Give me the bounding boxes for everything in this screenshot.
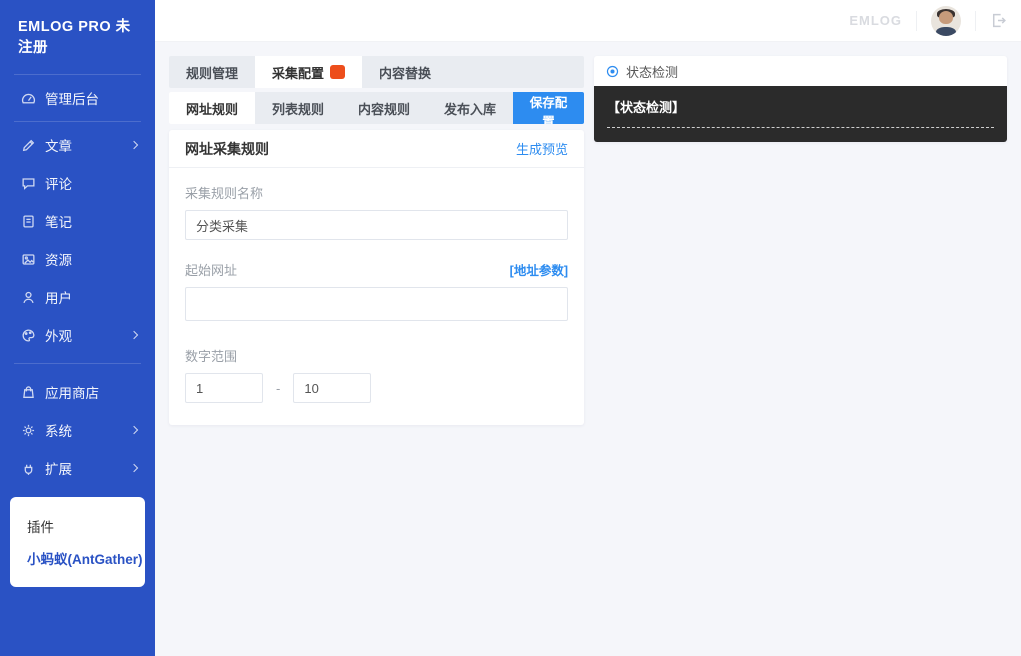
range-from-input[interactable] (185, 373, 263, 403)
start-url-input[interactable] (185, 287, 568, 321)
tab-content-replace[interactable]: 内容替换 (362, 56, 448, 88)
sidebar-item-articles[interactable]: 文章 (0, 126, 155, 164)
sidebar-item-dashboard[interactable]: 管理后台 (0, 79, 155, 117)
range-separator: - (276, 381, 280, 396)
topbar: EMLOG (155, 0, 1021, 42)
chevron-right-icon (130, 141, 138, 149)
gear-icon (21, 423, 36, 438)
comment-icon (21, 176, 36, 191)
tab-publish-store[interactable]: 发布入库 (427, 92, 513, 124)
submenu-item-plugins[interactable]: 插件 (27, 510, 128, 542)
image-icon (21, 252, 36, 267)
store-icon (21, 385, 36, 400)
chevron-right-icon (130, 464, 138, 472)
user-avatar[interactable] (931, 6, 961, 36)
sidebar-item-appearance[interactable]: 外观 (0, 316, 155, 354)
sidebar-item-extensions[interactable]: 扩展 (0, 449, 155, 487)
number-range-label: 数字范围 (185, 346, 568, 365)
primary-tabs: 规则管理 采集配置 内容替换 (169, 56, 584, 88)
divider (14, 363, 141, 364)
tab-list-rules[interactable]: 列表规则 (255, 92, 341, 124)
plugin-icon (21, 461, 36, 476)
brand-link[interactable]: EMLOG (849, 13, 902, 28)
logout-icon[interactable] (990, 12, 1007, 29)
tab-url-rules[interactable]: 网址规则 (169, 92, 255, 124)
sidebar-item-app-store[interactable]: 应用商店 (0, 373, 155, 411)
user-icon (21, 290, 36, 305)
avatar-shoulders (936, 27, 956, 36)
extensions-submenu: 插件 小蚂蚁(AntGather) (10, 497, 145, 587)
sidebar-item-comments[interactable]: 评论 (0, 164, 155, 202)
app-title: EMLOG PRO 未注册 (0, 0, 155, 70)
range-to-input[interactable] (293, 373, 371, 403)
url-rule-card: 网址采集规则 生成预览 采集规则名称 起始网址 [地址参数] 数字范围 (169, 130, 584, 425)
status-console: 【状态检测】 (594, 86, 1007, 142)
status-card: 状态检测 【状态检测】 (594, 56, 1007, 142)
status-column: 状态检测 【状态检测】 (594, 56, 1007, 142)
dashed-divider (607, 127, 994, 128)
chevron-right-icon (130, 426, 138, 434)
config-column: 规则管理 采集配置 内容替换 网址规则 列表规则 内容规则 发布入库 (169, 56, 584, 425)
sidebar-item-resources[interactable]: 资源 (0, 240, 155, 278)
divider (916, 11, 917, 31)
submenu-item-antgather[interactable]: 小蚂蚁(AntGather) (27, 542, 128, 574)
sidebar-item-notes[interactable]: 笔记 (0, 202, 155, 240)
content-area: 规则管理 采集配置 内容替换 网址规则 列表规则 内容规则 发布入库 (155, 42, 1021, 656)
divider (14, 121, 141, 122)
card-header: 网址采集规则 生成预览 (169, 130, 584, 168)
appearance-icon (21, 328, 36, 343)
status-header: 状态检测 (594, 56, 1007, 86)
hot-badge (330, 65, 345, 79)
secondary-tabs: 网址规则 列表规则 内容规则 发布入库 保存配置 (169, 92, 584, 124)
chevron-right-icon (130, 331, 138, 339)
tab-collect-config[interactable]: 采集配置 (255, 56, 362, 88)
status-title: 状态检测 (626, 62, 678, 81)
save-config-button[interactable]: 保存配置 (513, 92, 584, 124)
sidebar-item-system[interactable]: 系统 (0, 411, 155, 449)
divider (14, 74, 141, 75)
divider (975, 11, 976, 31)
status-console-title: 【状态检测】 (607, 97, 994, 116)
rule-name-input[interactable] (185, 210, 568, 240)
target-icon (606, 65, 619, 78)
dashboard-icon (21, 91, 36, 106)
sidebar: EMLOG PRO 未注册 管理后台 文章 评论 (0, 0, 155, 656)
pencil-icon (21, 138, 36, 153)
avatar-face (939, 11, 953, 24)
sidebar-item-users[interactable]: 用户 (0, 278, 155, 316)
start-url-label: 起始网址 (185, 260, 237, 279)
tab-content-rules[interactable]: 内容规则 (341, 92, 427, 124)
rule-name-label: 采集规则名称 (185, 183, 568, 202)
generate-preview-link[interactable]: 生成预览 (516, 139, 568, 158)
card-title: 网址采集规则 (185, 139, 269, 159)
url-params-link[interactable]: [地址参数] (510, 260, 568, 279)
card-body: 采集规则名称 起始网址 [地址参数] 数字范围 - (169, 168, 584, 425)
note-icon (21, 214, 36, 229)
tab-rule-management[interactable]: 规则管理 (169, 56, 255, 88)
